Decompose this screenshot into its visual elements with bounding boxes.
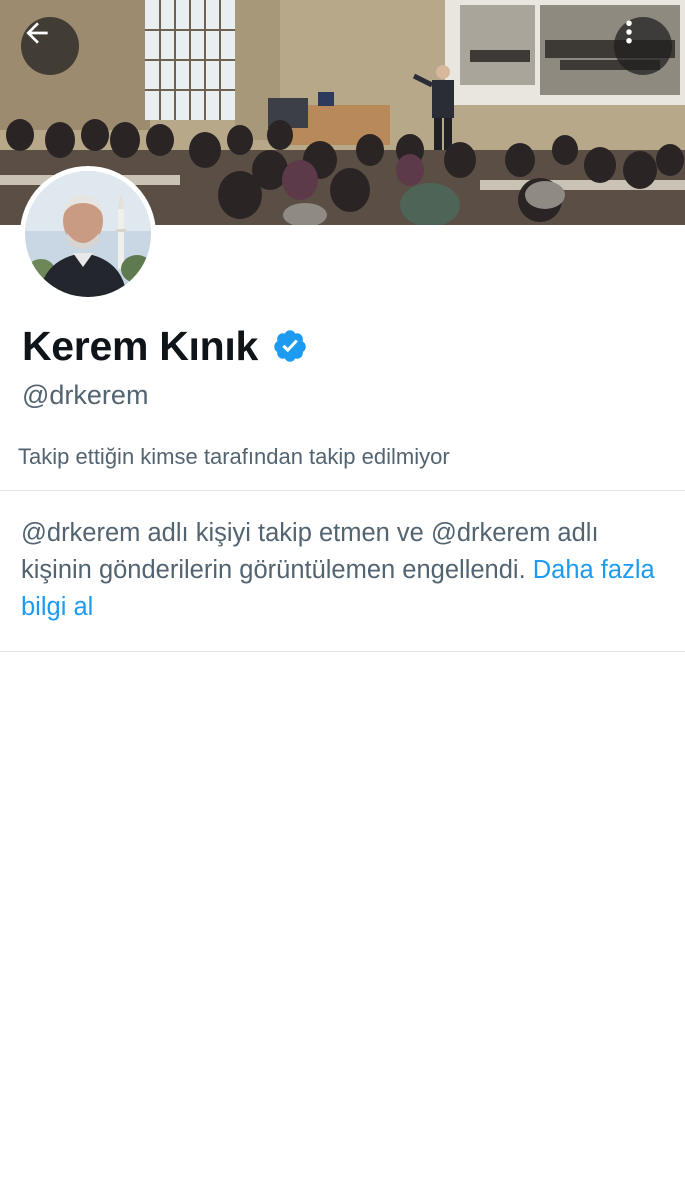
profile-avatar[interactable] bbox=[20, 166, 156, 302]
follow-context-text: Takip ettiğin kimse tarafından takip edi… bbox=[18, 444, 450, 469]
avatar-image bbox=[25, 171, 151, 297]
profile-name-row: Kerem Kınık bbox=[22, 320, 308, 372]
blocked-message-text: @drkerem adlı kişiyi takip etmen ve @drk… bbox=[21, 519, 599, 584]
divider bbox=[0, 490, 685, 491]
blocked-notice: @drkerem adlı kişiyi takip etmen ve @drk… bbox=[21, 515, 669, 626]
divider bbox=[0, 651, 685, 652]
profile-handle: @drkerem bbox=[22, 380, 149, 410]
display-name: Kerem Kınık bbox=[22, 322, 258, 369]
more-options-button[interactable] bbox=[614, 17, 672, 75]
back-button[interactable] bbox=[21, 17, 79, 75]
verified-badge-icon[interactable] bbox=[272, 328, 308, 364]
